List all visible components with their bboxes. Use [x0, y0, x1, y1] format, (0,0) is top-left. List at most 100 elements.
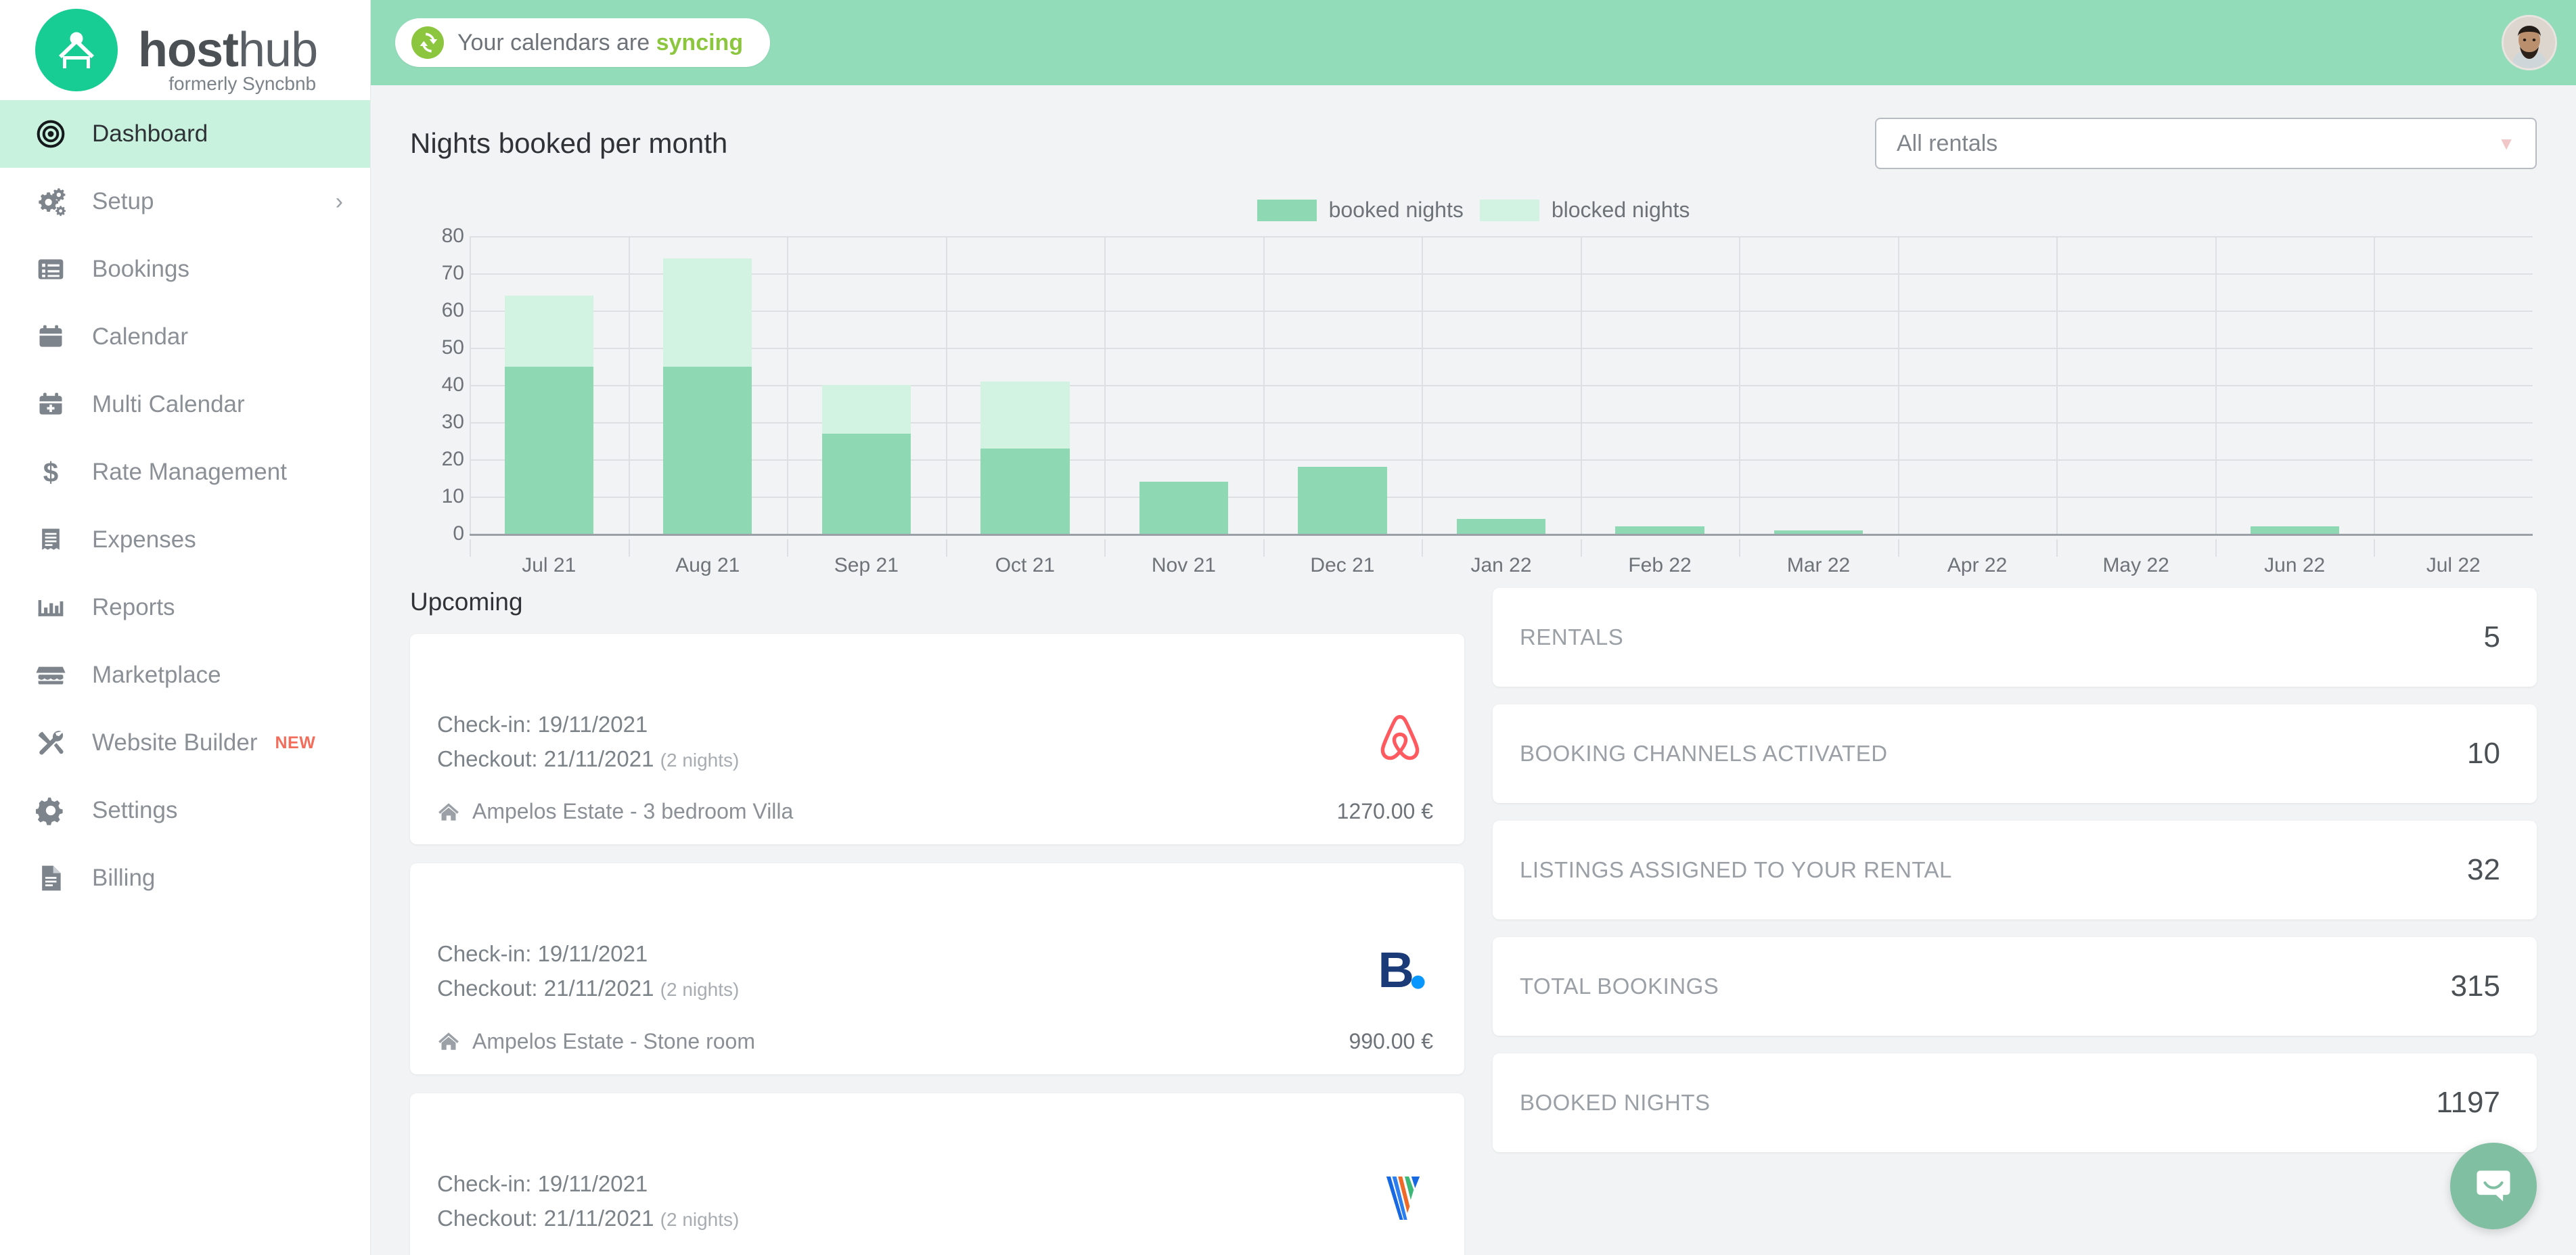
app-root: hosthub formerly Syncbnb Dashboard Setup… — [0, 0, 2576, 1255]
bar-column[interactable] — [1139, 482, 1229, 534]
card-footer: Ampelos Estate - Stone room 990.00 € — [437, 1029, 1433, 1054]
sidebar-item-dashboard[interactable]: Dashboard — [0, 100, 370, 168]
nights-count: (2 nights) — [660, 1208, 740, 1230]
checkin-line: Check-in: 19/11/2021 — [437, 1166, 1433, 1201]
checkin-date: 19/11/2021 — [537, 1170, 648, 1196]
sidebar-item-label: Settings — [92, 797, 178, 823]
bar-segment-booked — [980, 448, 1070, 534]
plot-canvas — [470, 236, 2533, 557]
legend-label: booked nights — [1328, 198, 1464, 222]
dollar-icon: $ — [35, 457, 66, 488]
sidebar-item-bookings[interactable]: Bookings — [0, 235, 370, 303]
stat-value: 315 — [2450, 969, 2500, 1003]
bar-column[interactable] — [980, 381, 1070, 534]
sidebar-nav: Dashboard Setup › Bookings Calendar Mult… — [0, 100, 370, 912]
bar-column[interactable] — [1773, 530, 1863, 534]
legend-item[interactable]: blocked nights — [1479, 198, 1690, 223]
bar-segment-booked — [504, 366, 593, 534]
bar-segment-booked — [1298, 467, 1387, 534]
y-axis-labels: 0 10 20 30 40 50 60 70 80 — [410, 225, 464, 545]
guest-name-redacted — [437, 886, 1433, 913]
stat-label: RENTALS — [1520, 624, 1624, 649]
sidebar-item-label: Calendar — [92, 323, 189, 350]
bar-column[interactable] — [1298, 467, 1387, 534]
stat-value: 1197 — [2436, 1086, 2500, 1119]
stat-label: BOOKING CHANNELS ACTIVATED — [1520, 741, 1888, 766]
sidebar-item-label: Dashboard — [92, 120, 208, 147]
stat-value: 32 — [2467, 853, 2500, 886]
x-axis-tick-label: Jan 22 — [1470, 554, 1532, 576]
rental-name: Ampelos Estate - Stone room — [472, 1028, 755, 1053]
svg-text:$: $ — [43, 457, 58, 487]
gear-icon — [35, 795, 66, 826]
card-footer: Ampelos Estate - 3 bedroom Villa 1270.00 … — [437, 799, 1433, 824]
brand-tagline: formerly Syncbnb — [168, 73, 317, 94]
checkin-date: 19/11/2021 — [537, 941, 648, 967]
guest-name-redacted — [437, 657, 1433, 684]
legend-item[interactable]: booked nights — [1257, 198, 1464, 223]
booking-card[interactable]: Check-in: 19/11/2021 Checkout: 21/11/2021… — [410, 1093, 1464, 1255]
sidebar-item-settings[interactable]: Settings — [0, 777, 370, 844]
sidebar-item-reports[interactable]: Reports — [0, 574, 370, 641]
sidebar: hosthub formerly Syncbnb Dashboard Setup… — [0, 0, 371, 1255]
bar-segment-blocked — [663, 258, 752, 367]
sidebar-item-setup[interactable]: Setup › — [0, 168, 370, 235]
checkout-label: Checkout: — [437, 1205, 544, 1231]
upcoming-title: Upcoming — [410, 588, 523, 616]
checkout-label: Checkout: — [437, 746, 544, 772]
bar-segment-booked — [2250, 526, 2339, 534]
y-axis-tick-label: 60 — [441, 299, 464, 321]
hosthub-logo-icon — [35, 9, 118, 91]
sidebar-item-label: Rate Management — [92, 459, 287, 485]
bar-series — [470, 236, 2533, 534]
sidebar-item-calendar[interactable]: Calendar — [0, 303, 370, 371]
bar-column[interactable] — [1456, 519, 1546, 534]
sidebar-item-billing[interactable]: Billing — [0, 844, 370, 912]
legend-label: blocked nights — [1551, 198, 1690, 222]
booking-price: 990.00 € — [1349, 1028, 1433, 1053]
stat-label: TOTAL BOOKINGS — [1520, 974, 1719, 999]
bar-segment-booked — [1139, 482, 1229, 534]
x-axis-tick-label: Jul 22 — [2426, 554, 2481, 576]
x-axis-tick-label: Oct 21 — [995, 554, 1056, 576]
sidebar-item-expenses[interactable]: Expenses — [0, 506, 370, 574]
bar-column[interactable] — [504, 296, 593, 534]
chart-header: Nights booked per month All rentals ▼ — [410, 85, 2537, 169]
checkin-line: Check-in: 19/11/2021 — [437, 707, 1433, 741]
checkout-label: Checkout: — [437, 976, 544, 1001]
y-axis-tick-label: 30 — [441, 411, 464, 433]
stat-card: BOOKING CHANNELS ACTIVATED 10 — [1493, 704, 2537, 803]
chat-bubble-icon[interactable] — [2450, 1143, 2537, 1229]
sidebar-item-multi-calendar[interactable]: Multi Calendar — [0, 371, 370, 438]
bar-column[interactable] — [663, 258, 752, 534]
sidebar-item-label: Multi Calendar — [92, 391, 245, 417]
sidebar-item-website-builder[interactable]: Website Builder NEW — [0, 709, 370, 777]
sidebar-item-label: Billing — [92, 865, 156, 891]
y-axis-tick-label: 50 — [441, 336, 464, 359]
checkout-line: Checkout: 21/11/2021 (2 nights) — [437, 741, 1433, 776]
rentals-filter-select[interactable]: All rentals ▼ — [1875, 118, 2537, 169]
sidebar-item-rate-management[interactable]: $ Rate Management — [0, 438, 370, 506]
calendar-plus-icon — [35, 389, 66, 420]
stat-card: TOTAL BOOKINGS 315 — [1493, 937, 2537, 1036]
x-axis-tick-label: May 22 — [2102, 554, 2169, 576]
bar-segment-booked — [1615, 526, 1704, 534]
bar-segment-booked — [821, 433, 911, 534]
booking-card[interactable]: Check-in: 19/11/2021 Checkout: 21/11/2021… — [410, 634, 1464, 845]
tools-icon — [35, 727, 66, 758]
refresh-icon — [411, 26, 444, 59]
bar-column[interactable] — [1615, 526, 1704, 534]
avatar[interactable] — [2502, 15, 2557, 70]
sidebar-item-marketplace[interactable]: Marketplace — [0, 641, 370, 709]
sidebar-item-label: Bookings — [92, 256, 189, 282]
checkout-line: Checkout: 21/11/2021 (2 nights) — [437, 1201, 1433, 1235]
booking-com-logo: B — [1376, 940, 1426, 997]
x-axis-tick-label: Mar 22 — [1786, 554, 1851, 576]
booking-card[interactable]: Check-in: 19/11/2021 Checkout: 21/11/2021… — [410, 863, 1464, 1074]
chevron-right-icon: › — [335, 189, 343, 214]
y-axis-tick-label: 10 — [441, 485, 464, 507]
bar-column[interactable] — [821, 385, 911, 534]
brand-name: hosthub — [138, 23, 318, 77]
brand-logo-block[interactable]: hosthub formerly Syncbnb — [0, 0, 370, 100]
bar-column[interactable] — [2250, 526, 2339, 534]
